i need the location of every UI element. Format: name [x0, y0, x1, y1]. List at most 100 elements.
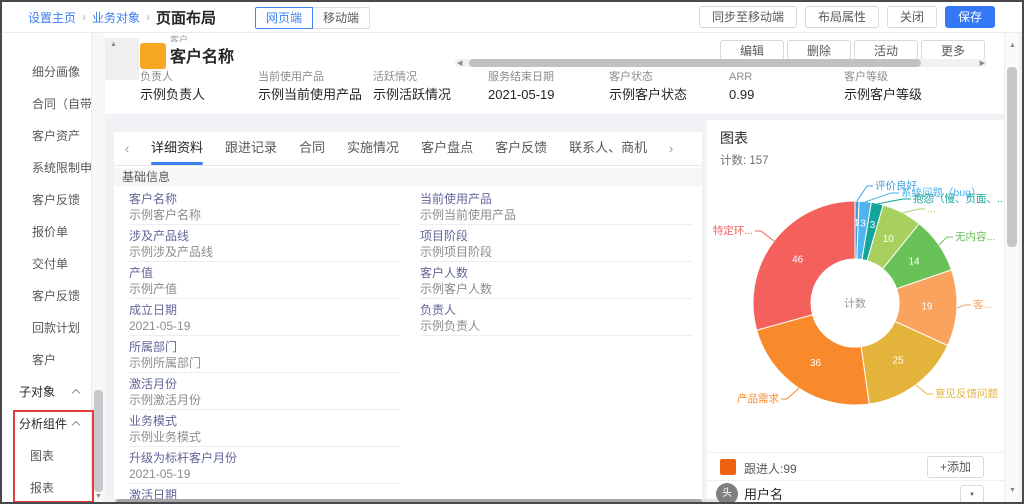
- field-label: 激活月份: [129, 377, 400, 391]
- sidebar-item[interactable]: 客户资产: [2, 120, 91, 152]
- view-tab-mobile[interactable]: 移动端: [313, 7, 370, 29]
- scroll-down-icon[interactable]: ▼: [95, 493, 102, 500]
- sidebar-group[interactable]: 子对象: [2, 376, 91, 408]
- scroll-up-icon[interactable]: ▲: [110, 41, 117, 48]
- save-button[interactable]: 保存: [945, 6, 995, 28]
- topbar-action-button[interactable]: 关闭: [887, 6, 937, 28]
- record-action-button[interactable]: 删除: [787, 40, 851, 60]
- field-value: 示例激活月份: [129, 393, 400, 407]
- detail-tab[interactable]: 合同: [299, 132, 325, 165]
- pie-label: 客...: [973, 298, 992, 311]
- field-value: 示例负责人: [140, 86, 252, 104]
- pie-value-label: 3: [870, 220, 876, 231]
- detail-field: 业务模式示例业务模式: [129, 414, 400, 447]
- record-actions: 编辑删除活动更多: [720, 40, 985, 60]
- topbar-actions: 同步至移动端布局属性关闭保存: [699, 6, 995, 28]
- breadcrumb-separator: ›: [146, 10, 150, 24]
- field-label: 客户名称: [129, 192, 400, 206]
- detail-tab[interactable]: 客户盘点: [421, 132, 473, 165]
- sidebar-item[interactable]: 报表: [2, 472, 91, 502]
- pie-label-line: [755, 231, 774, 241]
- sidebar-item[interactable]: 交付单: [2, 248, 91, 280]
- fields-column-right: 当前使用产品示例当前使用产品项目阶段示例项目阶段客户人数示例客户人数负责人示例负…: [420, 192, 692, 340]
- follow-icon: [720, 459, 736, 475]
- scroll-down-icon[interactable]: ▼: [1009, 487, 1016, 494]
- sidebar-item[interactable]: 合同（自带）: [2, 88, 91, 120]
- scroll-up-icon[interactable]: ▲: [1009, 42, 1016, 49]
- breadcrumb-item[interactable]: 设置主页: [28, 9, 76, 26]
- add-follower-button[interactable]: +添加: [927, 456, 984, 478]
- scroll-left-icon[interactable]: ◀: [457, 60, 462, 67]
- sidebar-item[interactable]: 客户反馈: [2, 184, 91, 216]
- detail-tab[interactable]: 客户反馈: [495, 132, 547, 165]
- sidebar-scrollbar-thumb[interactable]: [94, 390, 103, 492]
- tabs-scroll-right-icon[interactable]: ›: [658, 141, 684, 156]
- field-label: 客户人数: [420, 266, 692, 280]
- field-value: 示例涉及产品线: [129, 245, 400, 259]
- field-label: ARR: [729, 70, 841, 84]
- field-value: 2021-05-19: [129, 467, 400, 481]
- view-tab-web[interactable]: 网页端: [255, 7, 313, 29]
- sidebar-item[interactable]: 客户反馈: [2, 280, 91, 312]
- breadcrumb: 设置主页›业务对象›页面布局: [28, 2, 216, 32]
- detail-tab[interactable]: 详细资料: [151, 132, 203, 165]
- detail-field: 所属部门示例所属部门: [129, 340, 400, 373]
- sidebar-item[interactable]: 细分画像: [2, 56, 91, 88]
- detail-field: 涉及产品线示例涉及产品线: [129, 229, 400, 262]
- scroll-right-icon[interactable]: ▶: [980, 60, 985, 67]
- field-value: 0.99: [729, 86, 841, 104]
- breadcrumb-item[interactable]: 业务对象: [92, 9, 140, 26]
- detail-tab[interactable]: 实施情况: [347, 132, 399, 165]
- pie-value-label: 10: [883, 234, 895, 245]
- sidebar-group[interactable]: 分析组件: [2, 408, 91, 440]
- pie-label: 产品需求: [737, 392, 779, 405]
- sidebar-item[interactable]: 图表: [2, 440, 91, 472]
- collapse-strip[interactable]: ▲: [105, 38, 139, 80]
- chart-panel: 图表 计数: 157 133101419253646评价良好系统问题（bug）抱…: [707, 120, 1004, 504]
- field-label: 客户等级: [844, 70, 956, 84]
- detail-scrollbar-thumb[interactable]: [116, 499, 702, 504]
- record-action-button[interactable]: 活动: [854, 40, 918, 60]
- record-action-button[interactable]: 更多: [921, 40, 985, 60]
- sidebar-item[interactable]: 回款计划: [2, 312, 91, 344]
- detail-tab[interactable]: 跟进记录: [225, 132, 277, 165]
- detail-tab[interactable]: 联系人、商机: [569, 132, 647, 165]
- tabs-scroll-left-icon[interactable]: ‹: [114, 141, 140, 156]
- record-action-button[interactable]: 编辑: [720, 40, 784, 60]
- field-label: 服务结束日期: [488, 70, 600, 84]
- topbar-action-button[interactable]: 布局属性: [805, 6, 879, 28]
- avatar: 头: [716, 483, 738, 504]
- sidebar-item[interactable]: 系统限制申请明细: [2, 152, 91, 184]
- detail-field: 成立日期2021-05-19: [129, 303, 400, 336]
- field-label: 当前使用产品: [258, 70, 370, 84]
- header-horizontal-scrollbar[interactable]: ◀ ▶: [455, 59, 987, 67]
- sidebar-item[interactable]: 客户: [2, 344, 91, 376]
- field-value: 示例客户名称: [129, 208, 400, 222]
- sidebar-scrollbar[interactable]: ▼: [92, 32, 105, 502]
- header-field: 服务结束日期2021-05-19: [488, 70, 600, 104]
- field-label: 活跃情况: [373, 70, 485, 84]
- pie-label: 意见反馈问题: [935, 387, 998, 400]
- pie-slice[interactable]: [753, 201, 855, 330]
- field-value: 示例客户人数: [420, 282, 692, 296]
- detail-field: 负责人示例负责人: [420, 303, 692, 336]
- record-title: 客户名称: [170, 43, 234, 67]
- detail-card: ‹ 详细资料跟进记录合同实施情况客户盘点客户反馈联系人、商机 › 基础信息 客户…: [114, 132, 702, 499]
- sidebar-item[interactable]: 报价单: [2, 216, 91, 248]
- pie-label: 特定环...: [713, 224, 753, 237]
- user-subtitle: 职位名称 负责人: [744, 500, 817, 504]
- breadcrumb-separator: ›: [82, 10, 86, 24]
- field-value: 示例所属部门: [129, 356, 400, 370]
- pie-center-label: 计数: [844, 297, 866, 310]
- topbar-action-button[interactable]: 同步至移动端: [699, 6, 797, 28]
- page-vertical-scrollbar[interactable]: ▲ ▼: [1004, 32, 1019, 502]
- field-label: 成立日期: [129, 303, 400, 317]
- page-scrollbar-thumb[interactable]: [1007, 67, 1017, 247]
- detail-horizontal-scrollbar[interactable]: [114, 499, 718, 504]
- sidebar: 细分画像合同（自带）客户资产系统限制申请明细客户反馈报价单交付单客户反馈回款计划…: [2, 32, 92, 502]
- chart-title: 图表: [720, 128, 748, 148]
- user-row: 头 用户名 职位名称 负责人 ▼: [707, 480, 1004, 504]
- pie-value-label: 19: [921, 302, 933, 313]
- header-scrollbar-thumb[interactable]: [469, 59, 921, 67]
- user-dropdown-button[interactable]: ▼: [960, 485, 984, 504]
